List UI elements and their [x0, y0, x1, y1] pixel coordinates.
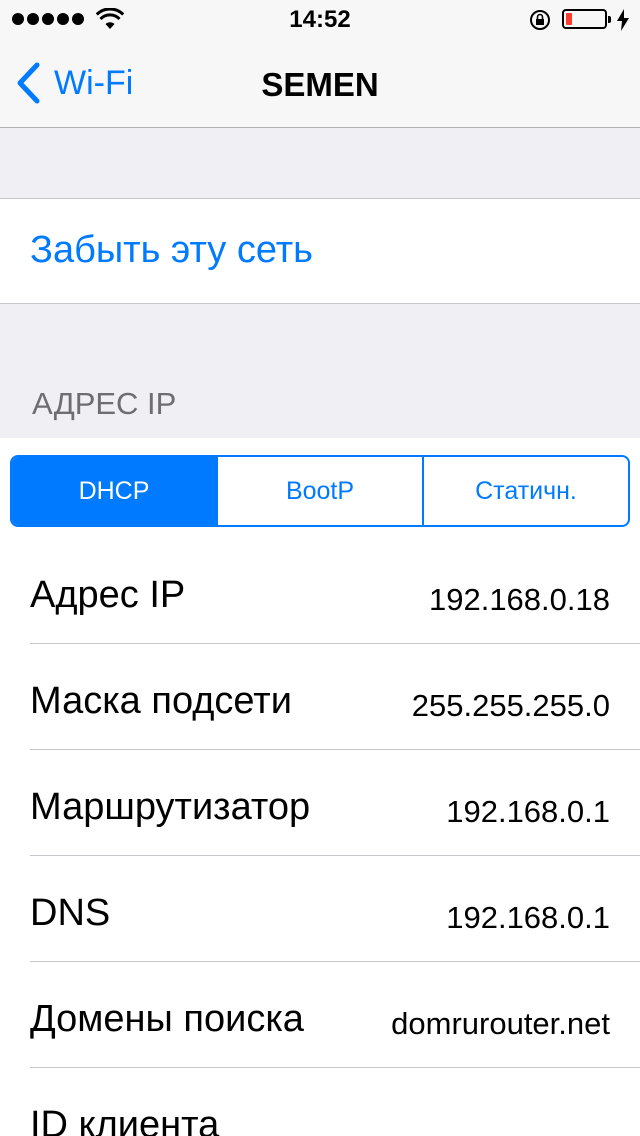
row-label: ID клиента — [30, 1104, 220, 1136]
row-label: Маршрутизатор — [30, 786, 311, 828]
row-value: domrurouter.net — [391, 1006, 610, 1041]
row-value: 192.168.0.18 — [428, 582, 610, 617]
row-label: Домены поиска — [30, 998, 304, 1040]
row-value: 192.168.0.1 — [446, 900, 610, 935]
rotation-lock-icon — [530, 10, 550, 30]
chevron-left-icon — [17, 62, 40, 104]
ip-mode-segmented-control: DHCP BootP Статичн. — [10, 455, 630, 527]
battery-level — [566, 13, 572, 25]
segment-dhcp[interactable]: DHCP — [12, 457, 216, 525]
section-header-ip-address: АДРЕС IP — [32, 386, 177, 421]
row-client-id[interactable]: ID клиента — [0, 1068, 640, 1136]
segment-static[interactable]: Статичн. — [422, 457, 628, 525]
charging-bolt-icon — [617, 9, 629, 31]
battery-icon — [562, 9, 611, 29]
row-label: Маска подсети — [30, 680, 292, 722]
back-label: Wi-Fi — [54, 63, 134, 102]
row-dns[interactable]: DNS 192.168.0.1 — [0, 856, 640, 962]
row-label: DNS — [30, 892, 111, 934]
segment-bootp[interactable]: BootP — [216, 457, 422, 525]
back-button[interactable]: Wi-Fi — [16, 62, 133, 104]
row-subnet-mask: Маска подсети 255.255.255.0 — [0, 644, 640, 750]
forget-network-label: Забыть эту сеть — [30, 229, 313, 271]
row-router: Маршрутизатор 192.168.0.1 — [0, 750, 640, 856]
status-bar: 14:52 — [0, 0, 640, 40]
row-ip-address: Адрес IP 192.168.0.18 — [0, 538, 640, 644]
navigation-bar: Wi-Fi SEMEN — [0, 40, 640, 128]
ip-details-list: Адрес IP 192.168.0.18 Маска подсети 255.… — [0, 538, 640, 1136]
row-value: 192.168.0.1 — [446, 794, 610, 829]
row-search-domains[interactable]: Домены поиска domrurouter.net — [0, 962, 640, 1068]
row-value: 255.255.255.0 — [411, 688, 610, 723]
ip-mode-cell: DHCP BootP Статичн. — [0, 438, 640, 538]
row-label: Адрес IP — [30, 574, 186, 616]
forget-network-button[interactable]: Забыть эту сеть — [0, 198, 640, 304]
